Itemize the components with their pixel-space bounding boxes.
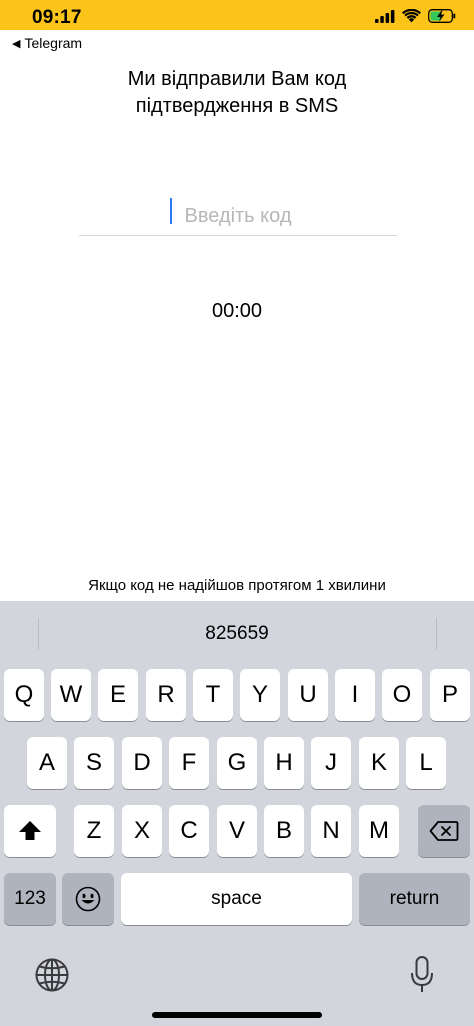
key-d[interactable]: D — [122, 737, 162, 789]
key-k[interactable]: K — [359, 737, 399, 789]
key-e[interactable]: E — [98, 669, 138, 721]
page-title: Ми відправили Вам код підтвердження в SM… — [0, 66, 474, 120]
numbers-key[interactable]: 123 — [4, 873, 56, 925]
key-j[interactable]: J — [311, 737, 351, 789]
key-y[interactable]: Y — [240, 669, 280, 721]
return-key[interactable]: return — [359, 873, 470, 925]
key-w[interactable]: W — [51, 669, 91, 721]
key-p[interactable]: P — [430, 669, 470, 721]
key-h[interactable]: H — [264, 737, 304, 789]
shift-key[interactable] — [4, 805, 56, 857]
emoji-key[interactable] — [62, 873, 114, 925]
key-f[interactable]: F — [169, 737, 209, 789]
suggestion-code[interactable]: 825659 — [0, 623, 474, 645]
suggestion-divider — [436, 618, 437, 650]
key-t[interactable]: T — [193, 669, 233, 721]
back-to-telegram-label: Telegram — [24, 35, 83, 51]
home-indicator — [152, 1012, 322, 1018]
back-arrow-icon: ◀ — [12, 37, 21, 50]
resend-hint: Якщо код не надійшов протягом 1 хвилини — [0, 576, 474, 596]
key-n[interactable]: N — [311, 805, 351, 857]
key-q[interactable]: Q — [4, 669, 44, 721]
dictation-button[interactable] — [409, 955, 435, 995]
globe-button[interactable] — [34, 957, 70, 993]
suggestion-bar: 825659 — [0, 601, 474, 665]
back-to-telegram-link[interactable]: ◀ Telegram — [12, 35, 82, 51]
code-input[interactable] — [163, 190, 313, 235]
title-line-1: Ми відправили Вам код — [127, 68, 347, 90]
battery-charging-icon — [428, 9, 456, 23]
delete-key[interactable] — [418, 805, 470, 857]
key-a[interactable]: A — [27, 737, 67, 789]
key-l[interactable]: L — [406, 737, 446, 789]
status-time: 09:17 — [32, 7, 82, 28]
key-g[interactable]: G — [217, 737, 257, 789]
key-b[interactable]: B — [264, 805, 304, 857]
key-m[interactable]: M — [359, 805, 399, 857]
code-field[interactable] — [79, 190, 397, 236]
title-line-2: підтвердження в SMS — [135, 95, 339, 117]
emoji-icon — [75, 886, 101, 912]
key-x[interactable]: X — [122, 805, 162, 857]
key-s[interactable]: S — [74, 737, 114, 789]
key-i[interactable]: I — [335, 669, 375, 721]
microphone-icon — [411, 956, 433, 992]
resend-timer: 00:00 — [211, 300, 263, 322]
cellular-signal-icon — [375, 9, 395, 23]
globe-icon — [35, 958, 69, 992]
shift-icon — [19, 821, 41, 840]
status-bar: 09:17 — [0, 0, 474, 30]
resend-hint-text: Якщо код не надійшов протягом 1 хвилини — [88, 577, 386, 594]
text-cursor — [170, 198, 172, 224]
key-z[interactable]: Z — [74, 805, 114, 857]
status-icons — [375, 9, 456, 23]
key-c[interactable]: C — [169, 805, 209, 857]
key-o[interactable]: O — [382, 669, 422, 721]
backspace-icon — [429, 821, 459, 841]
keyboard: 825659 Q W E R T Y U I O P A S D F G H J… — [0, 601, 474, 1026]
key-v[interactable]: V — [217, 805, 257, 857]
space-key[interactable]: space — [121, 873, 352, 925]
key-r[interactable]: R — [146, 669, 186, 721]
wifi-icon — [402, 9, 421, 23]
key-u[interactable]: U — [288, 669, 328, 721]
